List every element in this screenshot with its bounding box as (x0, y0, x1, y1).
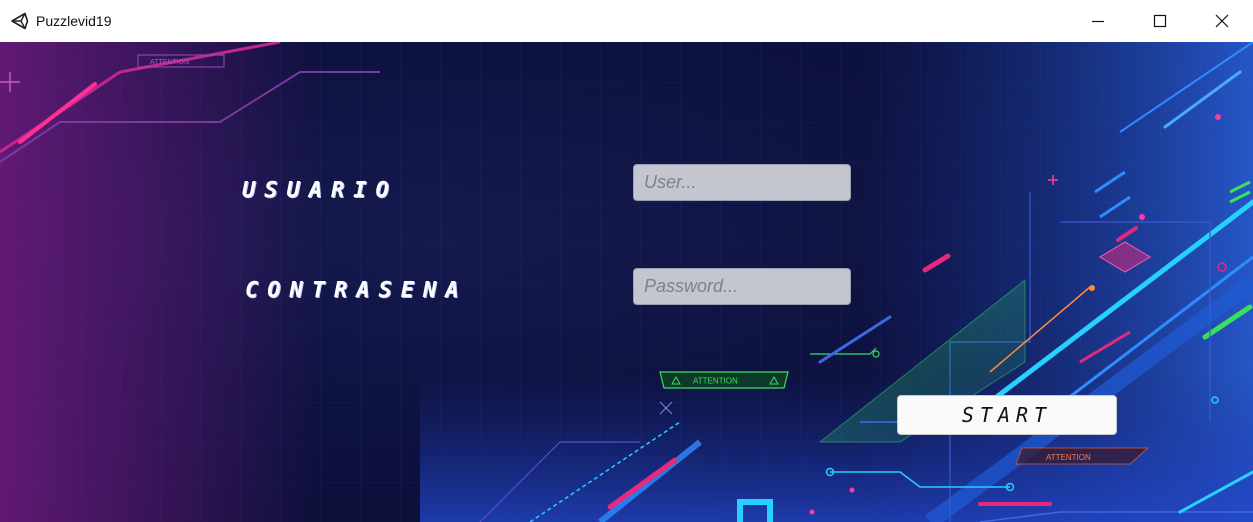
app-window: Puzzlevid19 ATTENTION ATTENTION ATTENTIO… (0, 0, 1253, 522)
attention-tag-right: ATTENTION (1046, 453, 1091, 462)
minimize-icon (1092, 20, 1104, 23)
unity-logo-icon (10, 11, 30, 31)
start-button[interactable]: Start (897, 395, 1117, 435)
window-title: Puzzlevid19 (36, 13, 112, 29)
username-input[interactable] (633, 164, 851, 201)
password-input[interactable] (633, 268, 851, 305)
title-bar[interactable]: Puzzlevid19 (0, 0, 1253, 42)
attention-tag-top: ATTENTION (150, 59, 189, 66)
close-icon (1215, 14, 1229, 28)
maximize-button[interactable] (1129, 0, 1191, 42)
close-button[interactable] (1191, 0, 1253, 42)
login-screen: ATTENTION ATTENTION ATTENTION USUARIO Us… (0, 42, 1253, 522)
minimize-button[interactable] (1067, 0, 1129, 42)
password-label: Contrasena (245, 278, 468, 303)
maximize-icon (1153, 14, 1167, 28)
circuit-background: ATTENTION ATTENTION ATTENTION (0, 42, 1253, 522)
window-controls (1067, 0, 1253, 42)
username-label: Usuario (242, 178, 398, 203)
attention-tag-mid: ATTENTION (693, 377, 738, 386)
